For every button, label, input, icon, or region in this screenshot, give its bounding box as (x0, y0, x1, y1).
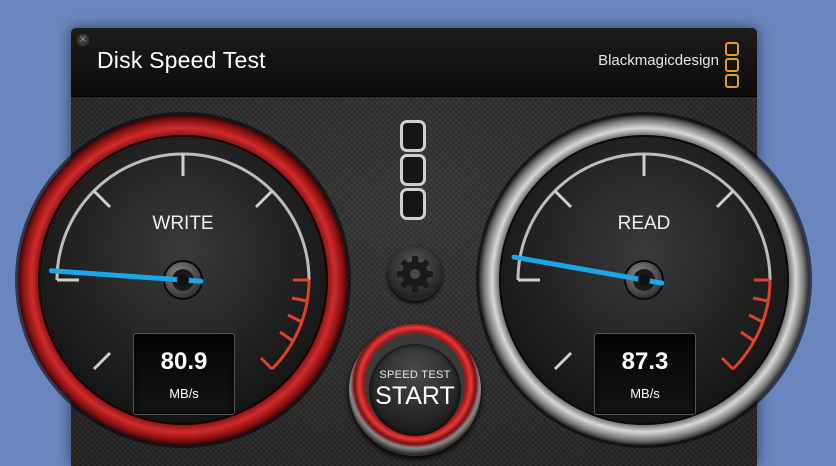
start-button-caption: SPEED TEST (379, 369, 451, 381)
write-speed-display: 80.9 MB/s (133, 333, 235, 415)
test-step-1-icon (400, 120, 426, 152)
start-button-face: SPEED TEST START (369, 344, 461, 436)
write-speed-unit: MB/s (169, 386, 199, 401)
write-gauge-label: WRITE (152, 213, 214, 234)
read-speed-value: 87.3 (621, 348, 669, 375)
test-step-2-icon (400, 154, 426, 186)
write-speed-value: 80.9 (160, 348, 208, 375)
write-needle-cap (177, 274, 189, 286)
read-needle-cap (638, 274, 650, 286)
read-speed-unit: MB/s (630, 386, 660, 401)
settings-button[interactable] (388, 247, 442, 301)
read-gauge-label: READ (617, 213, 671, 234)
read-speed-display: 87.3 MB/s (594, 333, 696, 415)
start-button[interactable]: SPEED TEST START (349, 324, 481, 456)
test-step-3-icon (400, 188, 426, 220)
start-button-label: START (375, 382, 455, 410)
gear-icon (397, 256, 433, 292)
